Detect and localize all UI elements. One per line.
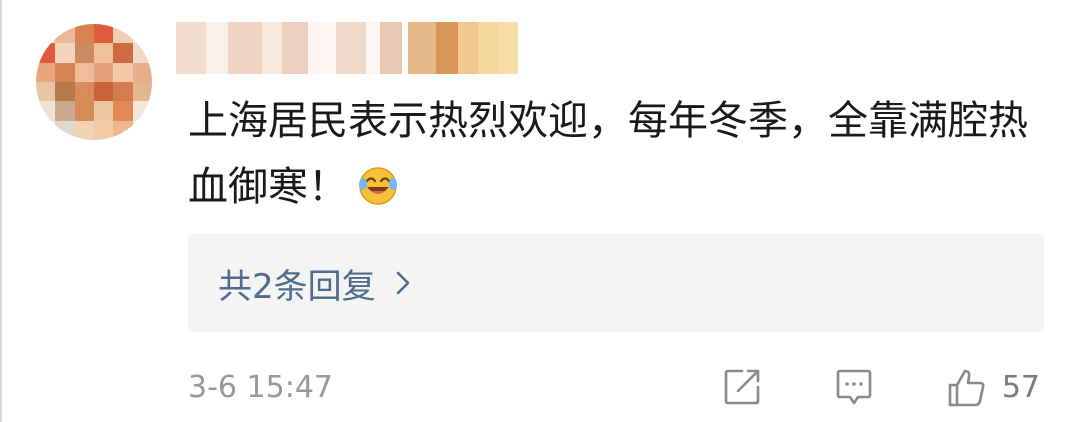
laughing-crying-emoji-icon — [359, 167, 397, 205]
comment-text: 上海居民表示热烈欢迎，每年冬季，全靠满腔热血御寒！ — [188, 98, 1028, 210]
comment-body: 上海居民表示热烈欢迎，每年冬季，全靠满腔热血御寒！ — [188, 88, 1058, 220]
replies-label: 共2条回复 — [218, 266, 376, 307]
comment-icon[interactable] — [832, 365, 876, 409]
chevron-right-icon — [396, 271, 409, 295]
comment-timestamp: 3-6 15:47 — [188, 369, 333, 405]
username-blurred[interactable] — [176, 22, 518, 74]
comment-meta: 3-6 15:47 57 — [188, 360, 1048, 414]
avatar[interactable] — [36, 24, 152, 140]
thumbs-up-icon[interactable] — [944, 365, 988, 409]
view-replies-link[interactable]: 共2条回复 — [218, 259, 410, 308]
share-icon[interactable] — [720, 365, 764, 409]
screen-edge — [0, 0, 2, 422]
like-count: 57 — [1001, 369, 1040, 405]
replies-panel[interactable]: 共2条回复 — [188, 234, 1044, 332]
comment-actions: 57 — [720, 360, 1048, 414]
